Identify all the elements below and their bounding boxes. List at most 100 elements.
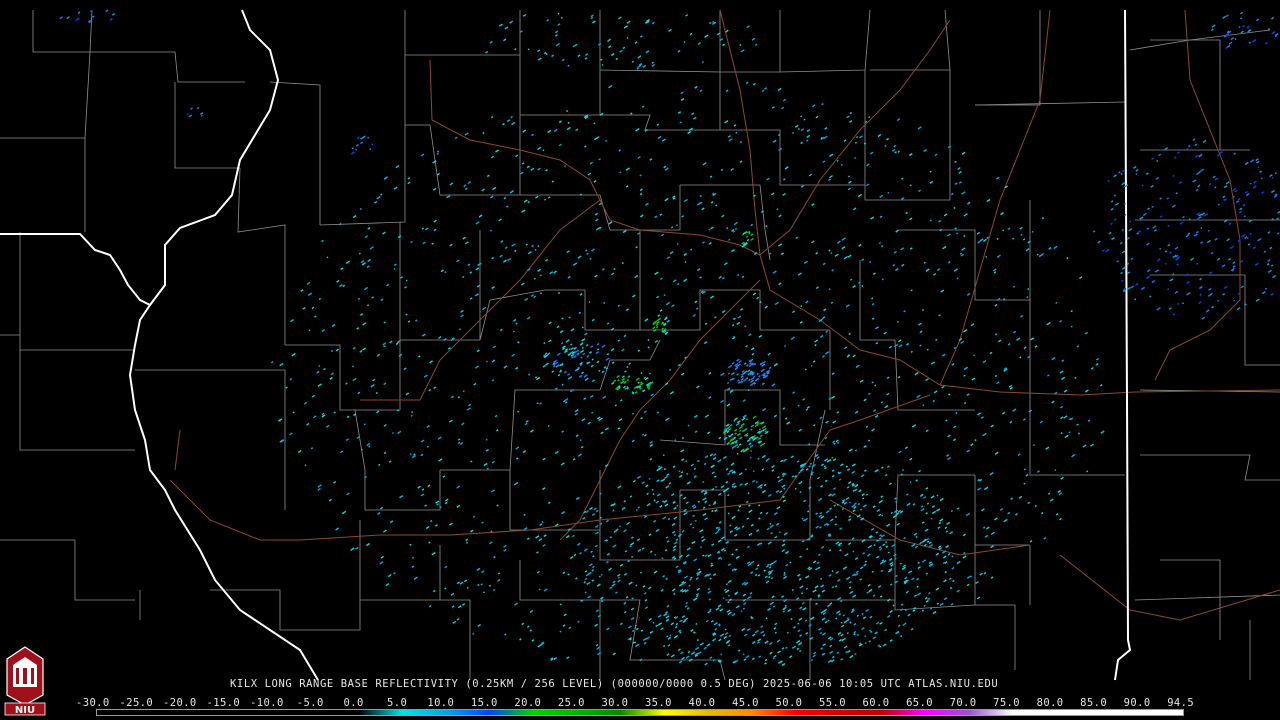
echo-mark [409, 543, 412, 546]
echo-mark [566, 110, 569, 113]
echo-mark [577, 620, 580, 623]
echo-mark [411, 565, 415, 568]
echo-mark [820, 136, 823, 139]
echo-mark [770, 532, 773, 535]
echo-mark [749, 360, 752, 363]
echo-mark [515, 322, 518, 325]
echo-mark [1271, 218, 1274, 221]
echo-mark [634, 624, 637, 627]
echo-mark [383, 321, 386, 324]
echo-mark [808, 504, 811, 507]
echo-mark [596, 348, 600, 351]
echo-mark [652, 493, 655, 496]
echo-mark [836, 159, 839, 162]
echo-mark [466, 541, 468, 544]
echo-mark [770, 577, 774, 580]
echo-mark [526, 537, 530, 540]
echo-mark [314, 315, 317, 318]
echo-mark [881, 514, 884, 517]
echo-mark [782, 474, 785, 478]
echo-mark [736, 452, 739, 455]
echo-mark [1031, 230, 1034, 233]
echo-mark [809, 462, 812, 465]
echo-mark [351, 365, 355, 368]
echo-mark [186, 113, 189, 116]
echo-mark [709, 577, 712, 580]
echo-mark [895, 574, 898, 578]
echo-mark [1175, 192, 1178, 195]
colorbar-label: 15.0 [470, 697, 498, 709]
echo-mark [360, 448, 363, 451]
echo-mark [568, 316, 571, 319]
echo-mark [784, 604, 787, 607]
echo-mark [887, 191, 890, 194]
echo-mark [1173, 156, 1177, 159]
echo-mark [591, 358, 594, 361]
echo-mark [665, 577, 668, 581]
echo-mark [626, 36, 629, 39]
echo-mark [567, 64, 570, 67]
reflectivity-colorbar [96, 709, 1184, 716]
echo-mark [936, 602, 940, 605]
echo-mark [624, 550, 628, 553]
echo-mark [699, 194, 702, 198]
echo-mark [624, 387, 627, 390]
echo-mark [485, 438, 488, 441]
echo-mark [733, 419, 736, 422]
echo-mark [949, 586, 953, 590]
echo-mark [875, 531, 879, 534]
echo-mark [359, 207, 362, 210]
echo-mark [1188, 144, 1191, 148]
echo-mark [642, 433, 645, 436]
echo-mark [598, 158, 601, 161]
echo-mark [865, 425, 869, 428]
echo-mark [1141, 184, 1144, 187]
echo-mark [1130, 257, 1134, 260]
echo-mark [1156, 159, 1159, 162]
echo-mark [651, 488, 654, 491]
echo-mark [514, 48, 517, 51]
echo-mark [926, 540, 930, 543]
echo-mark [852, 550, 855, 553]
echo-mark [810, 473, 813, 476]
echo-mark [819, 631, 823, 635]
echo-mark [752, 470, 755, 473]
echo-mark [860, 508, 863, 511]
echo-mark [881, 466, 884, 469]
echo-mark [619, 171, 622, 174]
echo-mark [1243, 215, 1246, 218]
echo-mark [486, 360, 488, 363]
echo-mark [896, 320, 899, 323]
echo-mark [310, 447, 314, 450]
echo-mark [1019, 356, 1022, 359]
echo-mark [831, 570, 834, 573]
echo-mark [726, 227, 729, 230]
colorbar-label: 10.0 [427, 697, 455, 709]
echo-mark [828, 549, 832, 552]
echo-mark [1182, 302, 1185, 305]
echo-mark [830, 252, 833, 255]
echo-mark [836, 441, 840, 444]
colorbar-label: 60.0 [862, 697, 890, 709]
echo-mark [410, 240, 413, 244]
echo-mark [380, 193, 383, 196]
echo-mark [808, 465, 811, 468]
echo-mark [675, 622, 679, 626]
echo-mark [747, 492, 750, 495]
echo-mark [1257, 166, 1260, 169]
echo-mark [750, 450, 753, 453]
echo-mark [544, 198, 547, 201]
echo-mark [856, 136, 859, 139]
echo-mark [606, 322, 610, 325]
echo-mark [956, 277, 959, 280]
echo-mark [784, 417, 788, 420]
niu-logo: NIU [4, 646, 46, 716]
echo-mark [1167, 224, 1170, 227]
echo-mark [538, 588, 541, 591]
echo-mark [739, 140, 743, 143]
echo-mark [666, 635, 669, 638]
echo-mark [480, 583, 483, 586]
echo-mark [559, 603, 562, 606]
echo-mark [727, 601, 730, 604]
echo-mark [553, 364, 556, 368]
